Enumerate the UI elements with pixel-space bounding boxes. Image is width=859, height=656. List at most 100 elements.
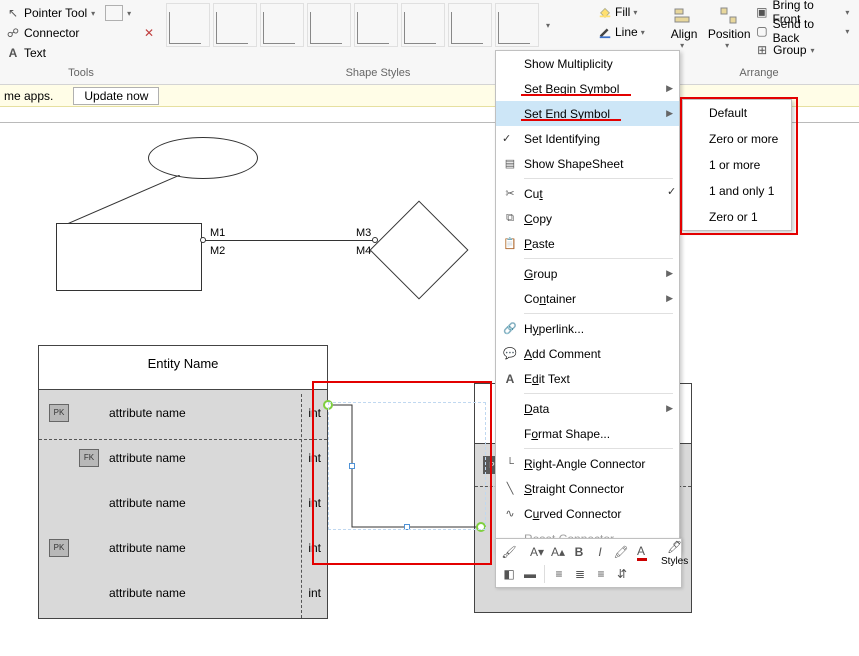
menu-format-shape[interactable]: Format Shape... bbox=[496, 421, 679, 446]
menu-show-shapesheet[interactable]: ▤Show ShapeSheet bbox=[496, 151, 679, 176]
align-right-button[interactable]: ≡ bbox=[592, 565, 610, 583]
menu-group[interactable]: Group▶ bbox=[496, 261, 679, 286]
connector-icon: ☍ bbox=[6, 26, 20, 40]
bold-button[interactable]: B bbox=[570, 543, 588, 561]
diamond-shape[interactable] bbox=[370, 201, 469, 300]
font-dec-button[interactable]: A▾ bbox=[528, 543, 546, 561]
entity-row[interactable]: attribute name int bbox=[39, 570, 327, 615]
submenu-zero-or-one[interactable]: Zero or 1 bbox=[683, 204, 791, 230]
connector-tool-button[interactable]: ☍ Connector ✕ bbox=[4, 23, 158, 43]
menu-show-multiplicity[interactable]: Show Multiplicity bbox=[496, 51, 679, 76]
menu-label: Set Identifying bbox=[524, 132, 600, 146]
menu-add-comment[interactable]: 💬Add Comment bbox=[496, 341, 679, 366]
rectangle-shape[interactable] bbox=[56, 223, 202, 291]
pointer-icon: ↖ bbox=[6, 6, 20, 20]
entity-row[interactable]: PK attribute name int bbox=[39, 390, 327, 435]
menu-hyperlink[interactable]: 🔗Hyperlink... bbox=[496, 316, 679, 341]
menu-set-end-symbol[interactable]: Set End Symbol ▶ bbox=[496, 101, 679, 126]
connector-endpoint[interactable] bbox=[372, 237, 378, 243]
submenu-arrow-icon: ▶ bbox=[666, 83, 673, 94]
highlight-button[interactable]: 🖍 bbox=[612, 543, 630, 561]
chevron-down-icon[interactable]: ▾ bbox=[811, 46, 819, 55]
menu-cut[interactable]: ✂Cut bbox=[496, 181, 679, 206]
check-icon: ✓ bbox=[502, 132, 511, 145]
italic-button[interactable]: I bbox=[591, 543, 609, 561]
menu-right-angle-connector[interactable]: └Right-Angle Connector bbox=[496, 451, 679, 476]
menu-set-begin-symbol[interactable]: Set Begin Symbol ▶ bbox=[496, 76, 679, 101]
attribute-name: attribute name bbox=[69, 496, 267, 510]
shape-style-option[interactable] bbox=[354, 3, 398, 47]
menu-edit-text[interactable]: AEdit Text bbox=[496, 366, 679, 391]
font-color-button[interactable]: A bbox=[633, 543, 651, 561]
submenu-default[interactable]: Default bbox=[683, 100, 791, 126]
gallery-expand-icon[interactable]: ▾ bbox=[542, 21, 554, 30]
menu-paste[interactable]: 📋Paste bbox=[496, 231, 679, 256]
relation-connector[interactable] bbox=[202, 240, 376, 241]
chevron-down-icon[interactable]: ▾ bbox=[127, 9, 135, 18]
format-painter-icon[interactable]: 🖌 bbox=[500, 543, 518, 561]
align-center-button[interactable]: ≣ bbox=[571, 565, 589, 583]
menu-label: Zero or 1 bbox=[709, 210, 758, 224]
align-left-button[interactable]: ≡ bbox=[550, 565, 568, 583]
menu-curved-connector[interactable]: ∿Curved Connector bbox=[496, 501, 679, 526]
send-to-back-button[interactable]: ▢ Send to Back ▾ bbox=[753, 22, 855, 40]
fill-color-button[interactable]: ◧ bbox=[500, 565, 518, 583]
styles-icon: 🖊 bbox=[666, 538, 684, 556]
fill-button[interactable]: Fill ▾ bbox=[598, 3, 655, 21]
submenu-arrow-icon: ▶ bbox=[666, 108, 673, 119]
shape-style-option[interactable] bbox=[401, 3, 445, 47]
shape-style-option[interactable] bbox=[495, 3, 539, 47]
bring-front-icon: ▣ bbox=[755, 5, 768, 19]
entity-row[interactable]: FK attribute name int bbox=[39, 435, 327, 480]
shape-style-option[interactable] bbox=[260, 3, 304, 47]
entity-row[interactable]: attribute name int bbox=[39, 480, 327, 525]
x-icon[interactable]: ✕ bbox=[142, 26, 156, 40]
chevron-down-icon[interactable]: ▾ bbox=[633, 8, 641, 17]
chevron-down-icon[interactable]: ▾ bbox=[641, 28, 649, 37]
text-tool-button[interactable]: A Text bbox=[4, 43, 158, 63]
submenu-zero-or-more[interactable]: Zero or more bbox=[683, 126, 791, 152]
pointer-tool-button[interactable]: ↖ Pointer Tool ▾ ▾ bbox=[4, 3, 158, 23]
menu-label: Curved Connector bbox=[524, 507, 621, 521]
chevron-down-icon[interactable]: ▾ bbox=[845, 27, 853, 36]
chevron-down-icon: ▾ bbox=[680, 41, 688, 50]
align-middle-button[interactable]: ⇵ bbox=[613, 565, 631, 583]
entity-table[interactable]: Entity Name PK attribute name int FK att… bbox=[38, 345, 328, 619]
shape-style-option[interactable] bbox=[166, 3, 210, 47]
menu-label: Edit Text bbox=[524, 372, 570, 386]
group-label: Group bbox=[773, 43, 806, 57]
menu-label: Paste bbox=[524, 237, 555, 251]
styles-button[interactable]: 🖊 Styles bbox=[661, 538, 688, 567]
chevron-down-icon[interactable]: ▾ bbox=[845, 8, 853, 17]
menu-straight-connector[interactable]: ╲Straight Connector bbox=[496, 476, 679, 501]
update-now-button[interactable]: Update now bbox=[73, 87, 159, 105]
text-label: Text bbox=[24, 46, 46, 60]
menu-label: Hyperlink... bbox=[524, 322, 584, 336]
shape-style-gallery[interactable]: ▾ bbox=[166, 3, 590, 47]
shape-style-option[interactable] bbox=[448, 3, 492, 47]
shapesheet-icon: ▤ bbox=[502, 156, 518, 172]
connector-endpoint[interactable] bbox=[200, 237, 206, 243]
fill-swatch[interactable] bbox=[105, 5, 123, 21]
entity-row[interactable]: PK attribute name int bbox=[39, 525, 327, 570]
chevron-down-icon[interactable]: ▾ bbox=[91, 9, 99, 18]
submenu-one-and-only-one[interactable]: ✓ 1 and only 1 bbox=[683, 178, 791, 204]
font-inc-button[interactable]: A▴ bbox=[549, 543, 567, 561]
multiplicity-label: M4 bbox=[356, 245, 371, 257]
shape-style-option[interactable] bbox=[307, 3, 351, 47]
ellipse-shape[interactable] bbox=[148, 137, 258, 179]
menu-set-identifying[interactable]: ✓ Set Identifying bbox=[496, 126, 679, 151]
position-label: Position bbox=[708, 27, 751, 41]
group-button[interactable]: ⊞ Group ▾ bbox=[753, 41, 855, 59]
menu-copy[interactable]: ⧉Copy bbox=[496, 206, 679, 231]
menu-separator bbox=[524, 313, 673, 314]
menu-container[interactable]: Container▶ bbox=[496, 286, 679, 311]
position-button[interactable]: Position ▾ bbox=[707, 3, 751, 59]
line-pen-icon bbox=[598, 25, 612, 39]
shape-style-option[interactable] bbox=[213, 3, 257, 47]
submenu-one-or-more[interactable]: 1 or more bbox=[683, 152, 791, 178]
menu-data[interactable]: Data▶ bbox=[496, 396, 679, 421]
line-button[interactable]: Line ▾ bbox=[598, 23, 655, 41]
line-color-button[interactable]: ▬ bbox=[521, 565, 539, 583]
tools-group: ↖ Pointer Tool ▾ ▾ ☍ Connector ✕ A Text … bbox=[0, 0, 162, 84]
